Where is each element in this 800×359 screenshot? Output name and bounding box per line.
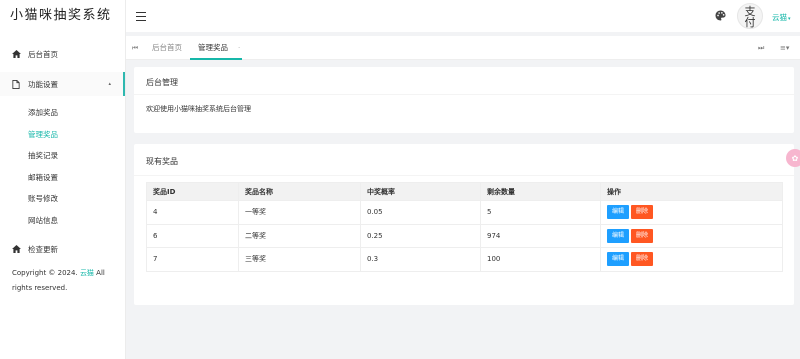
column-header: 剩余数量 xyxy=(480,182,601,201)
sidebar-subitem-email-settings[interactable]: 邮箱设置 xyxy=(0,167,125,189)
cell-probability: 0.3 xyxy=(360,247,481,272)
delete-button[interactable]: 删除 xyxy=(631,252,654,267)
sidebar-item-check-update[interactable]: 检查更新 xyxy=(0,237,125,261)
cell-probability: 0.25 xyxy=(360,223,481,248)
tabs-menu-icon[interactable]: ≡▾ xyxy=(780,36,789,60)
copyright: Copyright © 2024. 云猫 All rights reserved… xyxy=(12,266,116,296)
cell-name: 二等奖 xyxy=(238,223,361,248)
cell-remaining: 5 xyxy=(480,200,601,225)
cell-name: 一等奖 xyxy=(238,200,361,225)
sidebar-subitem-site-info[interactable]: 网站信息 xyxy=(0,210,125,232)
column-header: 中奖概率 xyxy=(360,182,481,201)
cell-probability: 0.05 xyxy=(360,200,481,225)
table-row: 7 三等奖 0.3 100 编辑 删除 xyxy=(146,247,783,272)
home-icon xyxy=(12,50,26,58)
card-divider xyxy=(134,175,794,176)
sidebar-subitem-account[interactable]: 账号修改 xyxy=(0,188,125,210)
sidebar-item-label: 检查更新 xyxy=(28,244,58,254)
sidebar-item-label: 后台首页 xyxy=(28,49,58,59)
close-icon[interactable]: · xyxy=(238,36,240,60)
cell-actions: 编辑 删除 xyxy=(600,200,783,225)
edit-button[interactable]: 编辑 xyxy=(607,252,630,267)
tab-home[interactable]: 后台首页 xyxy=(152,36,182,60)
sidebar-item-label: 功能设置 xyxy=(28,79,58,89)
user-menu[interactable]: 云猫▾ xyxy=(772,12,791,23)
table-header-row: 奖品ID 奖品名称 中奖概率 剩余数量 操作 xyxy=(146,182,783,201)
cell-remaining: 100 xyxy=(480,247,601,272)
cell-id: 6 xyxy=(146,223,239,248)
delete-button[interactable]: 删除 xyxy=(631,228,654,243)
cell-id: 4 xyxy=(146,200,239,225)
palette-icon[interactable] xyxy=(715,10,726,24)
avatar[interactable]: 支 付 xyxy=(737,3,763,29)
sidebar-subitem-manage-prizes[interactable]: 管理奖品 xyxy=(0,124,125,146)
sidebar-item-home[interactable]: 后台首页 xyxy=(0,42,125,66)
sidebar-subitem-add-prize[interactable]: 添加奖品 xyxy=(0,102,125,124)
edit-button[interactable]: 编辑 xyxy=(607,205,630,220)
cell-actions: 编辑 删除 xyxy=(600,247,783,272)
prizes-table: 奖品ID 奖品名称 中奖概率 剩余数量 操作 4 一等奖 0.05 5 编辑 删除… xyxy=(146,182,783,272)
column-header: 奖品名称 xyxy=(238,182,361,201)
prizes-card: 现有奖品 奖品ID 奖品名称 中奖概率 剩余数量 操作 4 一等奖 0.05 5… xyxy=(134,144,794,305)
table-row: 4 一等奖 0.05 5 编辑 删除 xyxy=(146,200,783,225)
cell-name: 三等奖 xyxy=(238,247,361,272)
sidebar: 小猫咪抽奖系统 后台首页 功能设置 ▴ 添加奖品 管理奖品 抽奖记录 邮箱设置 … xyxy=(0,0,126,359)
column-header: 奖品ID xyxy=(146,182,239,201)
card-divider xyxy=(134,94,794,95)
cell-id: 7 xyxy=(146,247,239,272)
chevron-down-icon: ▾ xyxy=(788,16,791,22)
tab-manage-prizes[interactable]: 管理奖品 xyxy=(190,36,242,60)
tabs-bar: ⏮ 后台首页 管理奖品 · ⏭ ≡▾ xyxy=(126,36,800,60)
menu-icon[interactable] xyxy=(136,12,146,21)
file-icon xyxy=(12,79,26,89)
welcome-text: 欢迎使用小猫咪抽奖系统后台管理 xyxy=(146,105,251,113)
copyright-brand-link[interactable]: 云猫 xyxy=(80,269,94,277)
prizes-card-title: 现有奖品 xyxy=(146,157,178,166)
floating-widget-icon[interactable]: ✿ xyxy=(786,149,800,167)
table-row: 6 二等奖 0.25 974 编辑 删除 xyxy=(146,223,783,248)
column-header: 操作 xyxy=(600,182,783,201)
sidebar-subitem-lottery-records[interactable]: 抽奖记录 xyxy=(0,145,125,167)
prev-tabs-icon[interactable]: ⏮ xyxy=(126,36,144,60)
edit-button[interactable]: 编辑 xyxy=(607,228,630,243)
cell-remaining: 974 xyxy=(480,223,601,248)
copyright-prefix: Copyright © 2024. xyxy=(12,269,78,277)
cell-actions: 编辑 删除 xyxy=(600,223,783,248)
home-icon xyxy=(12,245,26,253)
delete-button[interactable]: 删除 xyxy=(631,205,654,220)
next-tabs-icon[interactable]: ⏭ xyxy=(758,36,764,60)
top-header: 支 付 云猫▾ xyxy=(126,0,800,32)
chevron-up-icon: ▴ xyxy=(108,81,111,87)
sidebar-item-settings[interactable]: 功能设置 ▴ xyxy=(0,72,125,96)
app-logo: 小猫咪抽奖系统 xyxy=(10,8,112,23)
admin-card-title: 后台管理 xyxy=(146,78,178,87)
admin-card: 后台管理 欢迎使用小猫咪抽奖系统后台管理 xyxy=(134,67,794,133)
user-name: 云猫 xyxy=(772,13,787,22)
